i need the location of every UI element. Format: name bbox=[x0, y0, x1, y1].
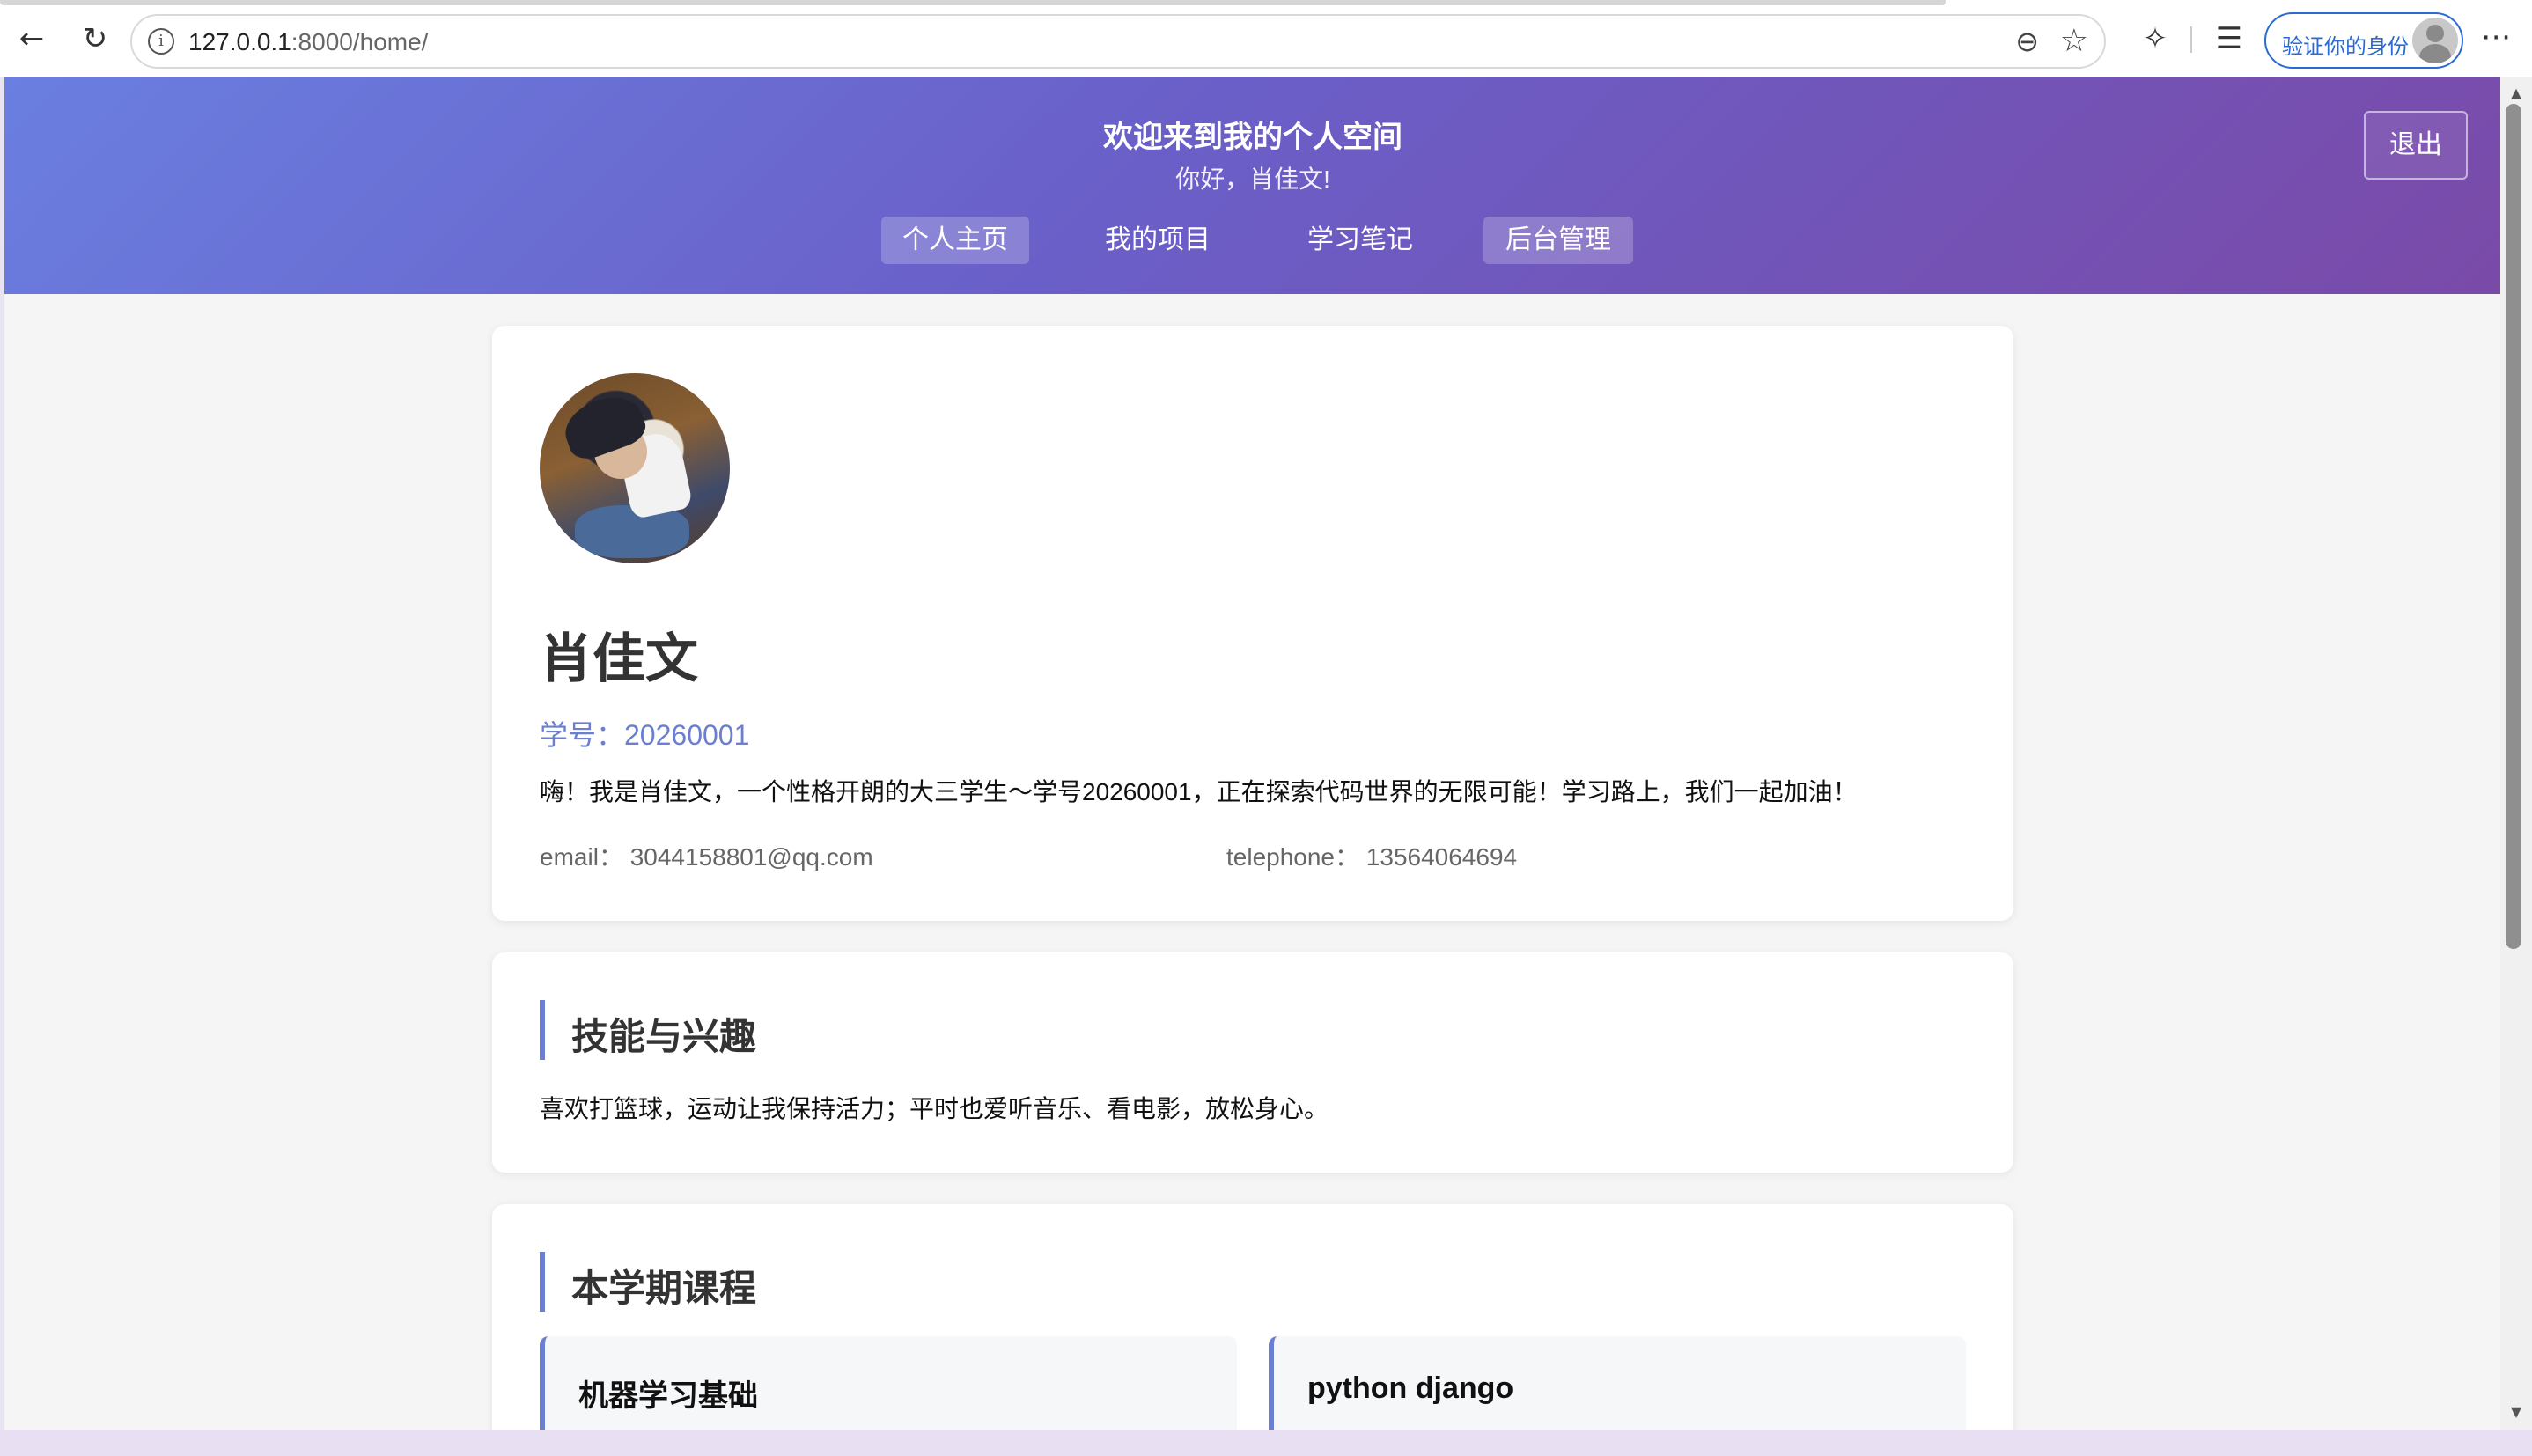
email-value: 3044158801@qq.com bbox=[629, 843, 873, 871]
browser-toolbar: ← ↻ i 127.0.0.1:8000/home/ ⊖ ☆ ✧ ☰ 验证你的身… bbox=[0, 0, 2532, 77]
course-title: 机器学习基础 bbox=[578, 1379, 758, 1413]
greeting-text: 你好，肖佳文! bbox=[1175, 165, 1330, 193]
profile-bio: 嗨！我是肖佳文，一个性格开朗的大三学生～学号20260001，正在探索代码世界的… bbox=[540, 778, 1858, 805]
section-accent-bar bbox=[540, 1000, 545, 1060]
skills-title: 技能与兴趣 bbox=[571, 1016, 757, 1057]
profile-card: 肖佳文 学号：20260001 嗨！我是肖佳文，一个性格开朗的大三学生～学号20… bbox=[492, 326, 2013, 921]
zoom-out-icon[interactable]: ⊖ bbox=[2015, 25, 2039, 58]
verify-identity-label: 验证你的身份 bbox=[2282, 35, 2409, 59]
more-icon[interactable]: ⋯ bbox=[2481, 19, 2511, 55]
student-id: 学号：20260001 bbox=[540, 719, 750, 751]
back-arrow-icon[interactable]: ← bbox=[12, 19, 51, 58]
nav-projects[interactable]: 我的项目 bbox=[1084, 217, 1232, 264]
url-text[interactable]: 127.0.0.1:8000/home/ bbox=[188, 28, 428, 56]
courses-card: 本学期课程 机器学习基础 python django bbox=[492, 1204, 2013, 1430]
toolbar-divider bbox=[2190, 26, 2192, 53]
tab-strip bbox=[0, 0, 1946, 5]
site-header: 欢迎来到我的个人空间 你好，肖佳文! 个人主页 我的项目 学习笔记 后台管理 退… bbox=[4, 77, 2500, 294]
address-bar[interactable]: i 127.0.0.1:8000/home/ ⊖ ☆ bbox=[130, 14, 2106, 69]
profile-avatar-icon bbox=[2412, 18, 2458, 63]
logout-button[interactable]: 退出 bbox=[2364, 111, 2468, 180]
courses-title: 本学期课程 bbox=[571, 1268, 757, 1309]
nav-home[interactable]: 个人主页 bbox=[881, 217, 1029, 264]
email-row: email： 3044158801@qq.com bbox=[540, 838, 873, 873]
email-label: email： bbox=[540, 843, 623, 871]
info-icon[interactable]: i bbox=[148, 28, 174, 55]
scrollbar-thumb[interactable] bbox=[2506, 104, 2521, 949]
skills-card: 技能与兴趣 喜欢打篮球，运动让我保持活力；平时也爱听音乐、看电影，放松身心。 bbox=[492, 952, 2013, 1173]
course-card[interactable]: 机器学习基础 bbox=[540, 1336, 1237, 1430]
page-viewport: 欢迎来到我的个人空间 你好，肖佳文! 个人主页 我的项目 学习笔记 后台管理 退… bbox=[4, 77, 2500, 1430]
site-title: 欢迎来到我的个人空间 bbox=[1103, 121, 1402, 154]
star-icon[interactable]: ☆ bbox=[2060, 23, 2088, 59]
url-path: :8000/home/ bbox=[291, 28, 429, 55]
scroll-up-arrow-icon[interactable]: ▲ bbox=[2504, 85, 2528, 102]
reload-icon[interactable]: ↻ bbox=[76, 19, 114, 58]
nav-notes[interactable]: 学习笔记 bbox=[1286, 217, 1434, 264]
avatar bbox=[540, 373, 730, 563]
phone-label: telephone： bbox=[1226, 843, 1360, 871]
course-card[interactable]: python django bbox=[1269, 1336, 1966, 1430]
verify-identity-button[interactable]: 验证你的身份 bbox=[2264, 12, 2463, 69]
phone-row: telephone： 13564064694 bbox=[1226, 838, 1517, 873]
extensions-icon[interactable]: ✧ bbox=[2136, 19, 2175, 58]
profile-name: 肖佳文 bbox=[540, 629, 698, 688]
scroll-down-arrow-icon[interactable]: ▼ bbox=[2504, 1403, 2528, 1421]
url-host: 127.0.0.1 bbox=[188, 28, 291, 55]
taskbar-strip bbox=[0, 1430, 2532, 1456]
phone-value: 13564064694 bbox=[1365, 843, 1518, 871]
section-accent-bar bbox=[540, 1252, 545, 1312]
favorites-icon[interactable]: ☰ bbox=[2210, 19, 2249, 58]
nav-admin[interactable]: 后台管理 bbox=[1483, 217, 1633, 264]
course-title: python django bbox=[1307, 1371, 1514, 1405]
skills-text: 喜欢打篮球，运动让我保持活力；平时也爱听音乐、看电影，放松身心。 bbox=[540, 1095, 1329, 1122]
